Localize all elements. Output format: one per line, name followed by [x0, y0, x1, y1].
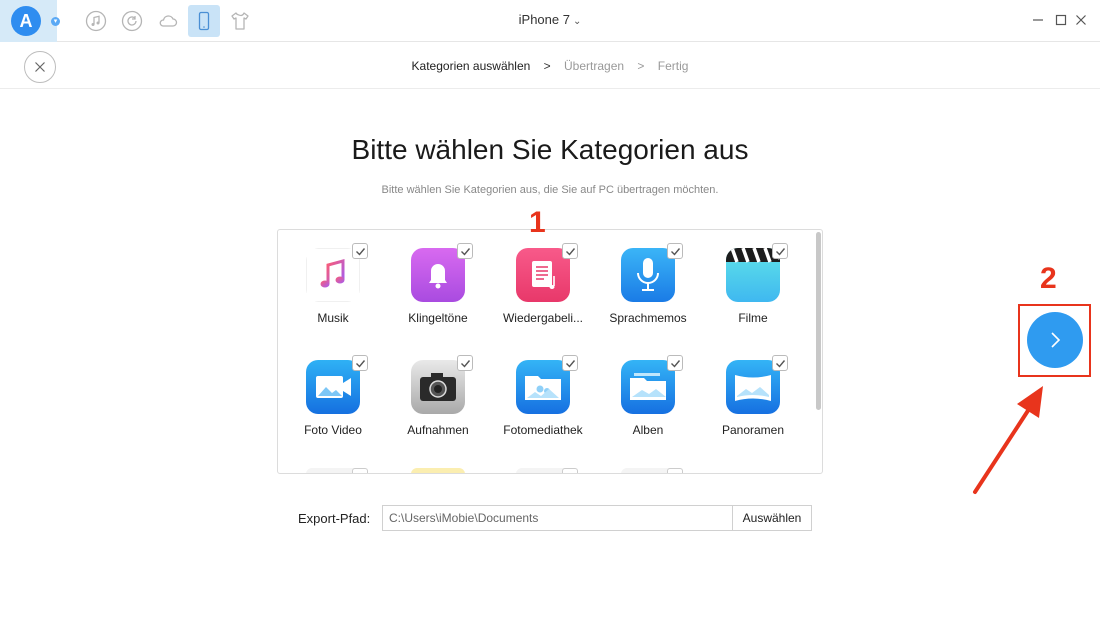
category-label: Fotomediathek — [503, 423, 583, 437]
category-music[interactable]: Musik — [278, 230, 382, 330]
breadcrumb-step-categories: Kategorien auswählen — [411, 59, 531, 73]
breadcrumb-separator: > — [543, 59, 551, 73]
category-label: Foto Video — [304, 423, 362, 437]
category-ringtones[interactable]: Klingeltöne — [383, 230, 487, 330]
category-albums[interactable]: Alben — [593, 342, 697, 442]
category-movies[interactable]: Filme — [698, 230, 802, 330]
category-label: Musik — [317, 311, 349, 325]
annotation-arrow-icon — [973, 386, 1043, 494]
category-checkbox[interactable] — [457, 355, 473, 371]
category-playlists[interactable]: Wiedergabeli... — [488, 230, 592, 330]
chevron-right-icon — [1051, 332, 1061, 348]
breadcrumb-step-done: Fertig — [657, 59, 689, 73]
category-label: Panoramen — [721, 423, 785, 437]
device-name[interactable]: iPhone 7 — [519, 12, 570, 27]
category-checkbox[interactable] — [562, 355, 578, 371]
category-label: Aufnahmen — [407, 423, 469, 437]
category-label: Klingeltöne — [408, 311, 468, 325]
breadcrumb-separator: > — [637, 59, 645, 73]
category-label: Alben — [632, 423, 664, 437]
chevron-down-icon[interactable]: ⌄ — [573, 16, 581, 27]
category-checkbox[interactable] — [667, 243, 683, 259]
category-photo-library[interactable]: Fotomediathek — [488, 342, 592, 442]
category-checkbox[interactable] — [562, 468, 578, 473]
export-path-label: Export-Pfad: — [298, 511, 371, 526]
category-panoramas[interactable]: Panoramen — [698, 342, 802, 442]
minimize-icon[interactable] — [1030, 12, 1046, 28]
category-label: Sprachmemos — [609, 311, 687, 325]
category-checkbox[interactable] — [457, 243, 473, 259]
category-checkbox[interactable] — [352, 243, 368, 259]
page-subtitle: Bitte wählen Sie Kategorien aus, die Sie… — [381, 184, 719, 196]
scrollbar[interactable] — [816, 232, 821, 410]
title-bar: A ▾ iPhone 7 ⌄ — [0, 0, 1100, 42]
device-selector[interactable]: iPhone 7 ⌄ — [0, 12, 1100, 27]
category-label: Wiedergabeli... — [502, 311, 584, 325]
category-checkbox[interactable] — [772, 243, 788, 259]
page-title: Bitte wählen Sie Kategorien aus — [351, 134, 749, 165]
category-item-partial — [411, 468, 465, 473]
category-voice-memos[interactable]: Sprachmemos — [593, 230, 697, 330]
category-checkbox[interactable] — [352, 355, 368, 371]
maximize-icon[interactable] — [1053, 12, 1069, 28]
breadcrumb-step-transfer: Übertragen — [564, 59, 625, 73]
category-checkbox[interactable] — [562, 243, 578, 259]
category-checkbox[interactable] — [667, 468, 683, 473]
category-recordings[interactable]: Aufnahmen — [383, 342, 487, 442]
breadcrumb-bar: Kategorien auswählen > Übertragen > Fert… — [0, 43, 1100, 89]
category-checkbox[interactable] — [667, 355, 683, 371]
breadcrumb: Kategorien auswählen > Übertragen > Fert… — [0, 59, 1100, 73]
category-label: Filme — [738, 311, 768, 325]
annotation-step-2: 2 — [1040, 262, 1057, 295]
category-checkbox[interactable] — [772, 355, 788, 371]
choose-path-button[interactable]: Auswählen — [732, 505, 812, 531]
close-window-icon[interactable] — [1073, 12, 1089, 28]
export-path-field[interactable] — [382, 505, 733, 531]
category-photo-video[interactable]: Foto Video — [278, 342, 382, 442]
category-grid: Musik Klingeltöne Wiedergabeli... Sprach… — [277, 229, 823, 474]
next-button[interactable] — [1027, 312, 1083, 368]
annotation-step-1: 1 — [529, 206, 546, 239]
category-checkbox[interactable] — [352, 468, 368, 473]
